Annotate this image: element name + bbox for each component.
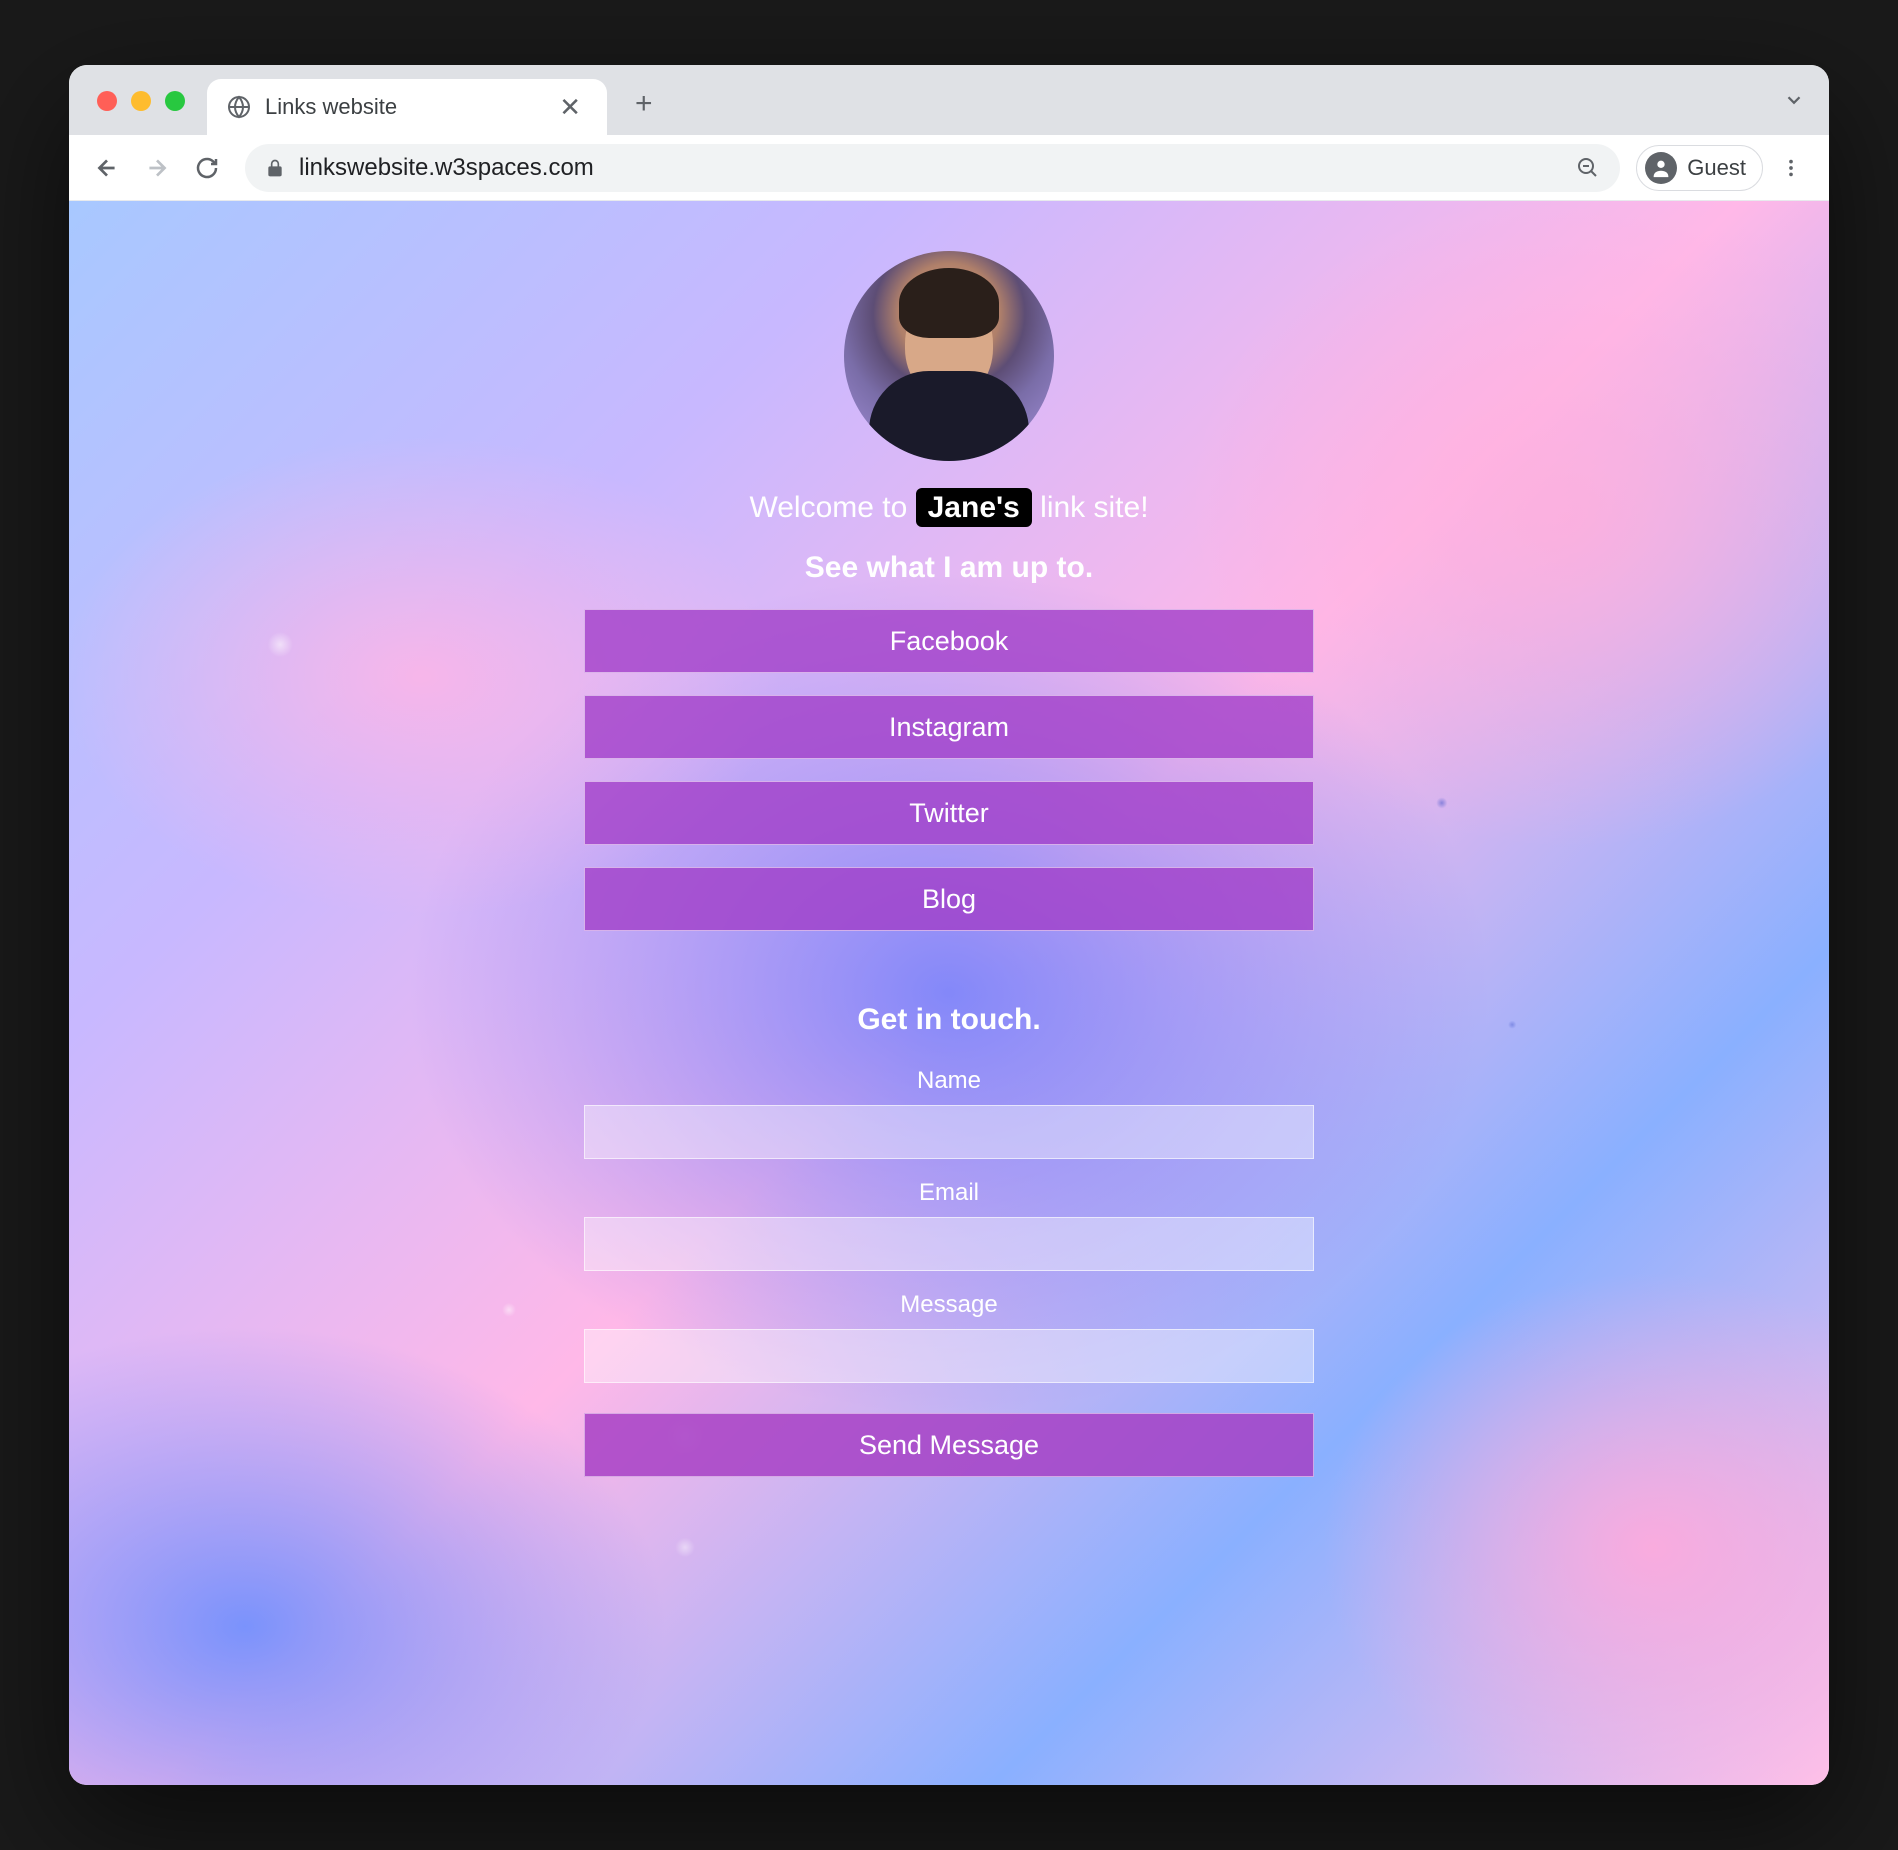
- tab-bar: Links website ✕ +: [69, 65, 1829, 135]
- blog-link[interactable]: Blog: [584, 867, 1314, 931]
- browser-tab[interactable]: Links website ✕: [207, 79, 607, 135]
- welcome-name-tag: Jane's: [916, 488, 1032, 527]
- profile-label: Guest: [1687, 155, 1746, 181]
- tab-title: Links website: [265, 94, 539, 120]
- contact-form: Name Email Message Send Message: [584, 1057, 1314, 1477]
- new-tab-button[interactable]: +: [627, 87, 661, 121]
- url-text: linkswebsite.w3spaces.com: [299, 154, 1562, 182]
- welcome-prefix: Welcome to: [749, 491, 915, 524]
- tab-list-dropdown[interactable]: [1783, 89, 1805, 118]
- message-label: Message: [900, 1291, 997, 1319]
- profile-button[interactable]: Guest: [1636, 145, 1763, 191]
- window-controls: [97, 91, 185, 111]
- close-window-button[interactable]: [97, 91, 117, 111]
- chrome-menu-button[interactable]: [1769, 146, 1813, 190]
- profile-avatar: [844, 251, 1054, 461]
- forward-button[interactable]: [135, 146, 179, 190]
- reload-button[interactable]: [185, 146, 229, 190]
- zoom-icon[interactable]: [1576, 156, 1600, 180]
- email-label: Email: [919, 1179, 979, 1207]
- contact-heading: Get in touch.: [857, 1003, 1040, 1037]
- welcome-text: Welcome to Jane's link site!: [749, 491, 1148, 525]
- send-message-button[interactable]: Send Message: [584, 1413, 1314, 1477]
- page-content: Welcome to Jane's link site! See what I …: [69, 201, 1829, 1785]
- message-input[interactable]: [584, 1329, 1314, 1383]
- welcome-suffix: link site!: [1032, 491, 1149, 524]
- back-button[interactable]: [85, 146, 129, 190]
- close-tab-button[interactable]: ✕: [553, 92, 587, 123]
- browser-window: Links website ✕ + linkswebsite.w3spaces.…: [69, 65, 1829, 1785]
- maximize-window-button[interactable]: [165, 91, 185, 111]
- links-heading: See what I am up to.: [805, 551, 1093, 585]
- instagram-link[interactable]: Instagram: [584, 695, 1314, 759]
- name-input[interactable]: [584, 1105, 1314, 1159]
- name-label: Name: [917, 1067, 981, 1095]
- lock-icon: [265, 158, 285, 178]
- facebook-link[interactable]: Facebook: [584, 609, 1314, 673]
- address-bar[interactable]: linkswebsite.w3spaces.com: [245, 144, 1620, 192]
- globe-icon: [227, 95, 251, 119]
- person-icon: [1645, 152, 1677, 184]
- links-list: Facebook Instagram Twitter Blog: [584, 609, 1314, 931]
- twitter-link[interactable]: Twitter: [584, 781, 1314, 845]
- minimize-window-button[interactable]: [131, 91, 151, 111]
- email-input[interactable]: [584, 1217, 1314, 1271]
- browser-toolbar: linkswebsite.w3spaces.com Guest: [69, 135, 1829, 201]
